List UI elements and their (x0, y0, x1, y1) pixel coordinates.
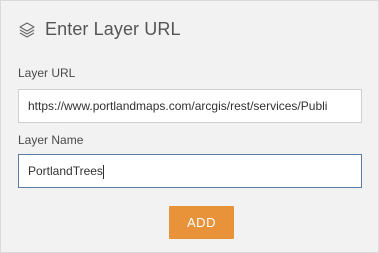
layer-url-input[interactable]: https://www.portlandmaps.com/arcgis/rest… (18, 89, 362, 123)
layers-icon (18, 21, 36, 39)
panel-header: Enter Layer URL (18, 19, 181, 40)
text-caret (102, 164, 104, 179)
layer-url-value: https://www.portlandmaps.com/arcgis/rest… (28, 99, 328, 113)
add-button[interactable]: ADD (169, 206, 234, 239)
layer-url-label: Layer URL (18, 66, 76, 80)
enter-layer-url-panel: Enter Layer URL Layer URL https://www.po… (0, 0, 379, 253)
layer-name-input[interactable]: PortlandTrees (18, 154, 362, 188)
layer-name-value: PortlandTrees (28, 164, 103, 178)
layer-name-label: Layer Name (18, 133, 84, 147)
panel-title: Enter Layer URL (45, 19, 181, 39)
